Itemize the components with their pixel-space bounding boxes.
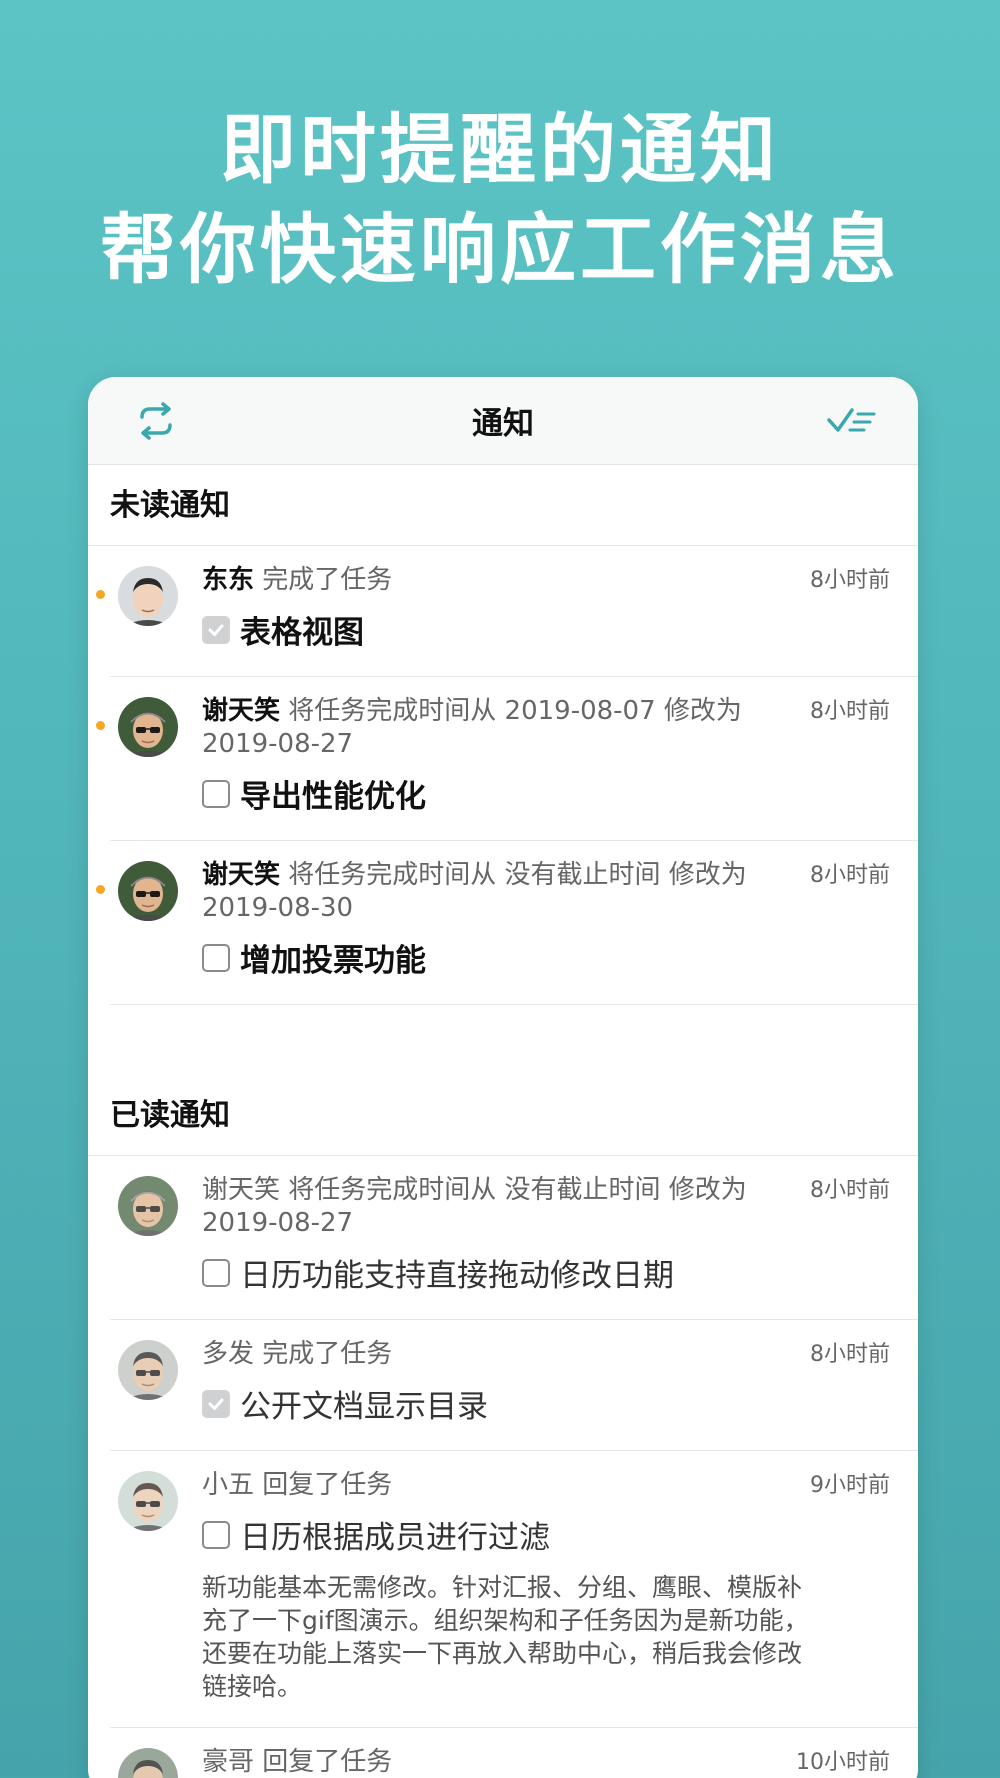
action-text: 将任务完成时间从 2019-08-07 修改为 2019-08-27: [202, 696, 742, 759]
checkbox[interactable]: [202, 779, 230, 808]
unread-section-title: 未读通知: [88, 465, 918, 546]
user-name[interactable]: 谢天笑: [202, 860, 280, 890]
action-text: 将任务完成时间从 没有截止时间 修改为 2019-08-27: [202, 1175, 747, 1238]
timestamp: 8小时前: [810, 1178, 890, 1203]
notification-header: 东东 完成了任务 8小时前: [202, 564, 890, 597]
task-name[interactable]: 日历根据成员进行过滤: [240, 1512, 550, 1557]
avatar[interactable]: [118, 697, 178, 757]
timestamp: 10小时前: [796, 1750, 890, 1775]
notification-item[interactable]: 豪哥 回复了任务 10小时前: [110, 1728, 918, 1778]
task-row[interactable]: 公开文档显示目录: [202, 1381, 890, 1426]
action-text: 完成了任务: [254, 565, 393, 595]
user-name[interactable]: 谢天笑: [202, 1175, 280, 1205]
notification-content: 多发 完成了任务 8小时前 公开文档显示目录: [202, 1320, 890, 1450]
notification-item[interactable]: 谢天笑 将任务完成时间从 没有截止时间 修改为 2019-08-30 8小时前 增加…: [96, 841, 918, 1005]
checkbox[interactable]: [202, 1258, 230, 1287]
avatar[interactable]: [118, 566, 178, 626]
action-text: 完成了任务: [254, 1339, 393, 1369]
task-name[interactable]: 导出性能优化: [240, 771, 426, 816]
notification-item[interactable]: 小五 回复了任务 9小时前 日历根据成员进行过滤 新功能基本无需修改。针对汇报、分组、…: [110, 1451, 918, 1728]
mark-all-read-icon[interactable]: [826, 405, 878, 437]
notification-message: 小五 回复了任务: [202, 1469, 810, 1502]
reply-text: 新功能基本无需修改。针对汇报、分组、鹰眼、模版补充了一下gif图演示。组织架构和…: [202, 1573, 809, 1701]
task-name[interactable]: 公开文档显示目录: [240, 1381, 488, 1426]
notification-content: 小五 回复了任务 9小时前 日历根据成员进行过滤 新功能基本无需修改。针对汇报、分组、…: [202, 1451, 890, 1727]
notification-header: 豪哥 回复了任务 10小时前: [202, 1746, 890, 1778]
unread-list: 东东 完成了任务 8小时前 表格视图 谢天笑 将任务完成时间从 2019-08-07 …: [88, 546, 918, 1005]
notification-header: 谢天笑 将任务完成时间从 没有截止时间 修改为 2019-08-27 8小时前: [202, 1174, 890, 1240]
avatar[interactable]: [118, 1340, 178, 1400]
user-name[interactable]: 豪哥: [202, 1747, 254, 1777]
unread-dot: [96, 885, 105, 894]
notification-content: 东东 完成了任务 8小时前 表格视图: [202, 546, 890, 676]
notification-item[interactable]: 谢天笑 将任务完成时间从 没有截止时间 修改为 2019-08-27 8小时前 日历…: [110, 1156, 918, 1320]
notification-content: 谢天笑 将任务完成时间从 没有截止时间 修改为 2019-08-27 8小时前 日历…: [202, 1156, 890, 1319]
checkmark-icon: [208, 1398, 224, 1410]
task-name[interactable]: 增加投票功能: [240, 935, 426, 980]
action-text: 回复了任务: [254, 1470, 393, 1500]
notification-message: 谢天笑 将任务完成时间从 2019-08-07 修改为 2019-08-27: [202, 695, 810, 761]
avatar[interactable]: [118, 1471, 178, 1531]
avatar[interactable]: [118, 1748, 178, 1778]
timestamp: 9小时前: [810, 1473, 890, 1498]
page-title: 通知: [472, 406, 534, 442]
task-row[interactable]: 日历根据成员进行过滤: [202, 1512, 890, 1557]
checked-checkbox[interactable]: [202, 615, 230, 644]
task-row[interactable]: 导出性能优化: [202, 771, 890, 816]
notification-message: 谢天笑 将任务完成时间从 没有截止时间 修改为 2019-08-30: [202, 859, 810, 925]
notification-message: 豪哥 回复了任务: [202, 1746, 796, 1778]
notification-item[interactable]: 东东 完成了任务 8小时前 表格视图: [96, 546, 918, 677]
checkmark-icon: [208, 624, 224, 636]
avatar[interactable]: [118, 1176, 178, 1236]
unread-dot: [96, 721, 105, 730]
read-list: 谢天笑 将任务完成时间从 没有截止时间 修改为 2019-08-27 8小时前 日历…: [88, 1156, 918, 1778]
task-name[interactable]: 表格视图: [240, 607, 364, 652]
task-row[interactable]: 增加投票功能: [202, 935, 890, 980]
notification-header: 多发 完成了任务 8小时前: [202, 1338, 890, 1371]
notification-header: 小五 回复了任务 9小时前: [202, 1469, 890, 1502]
navbar: 通知: [88, 377, 918, 465]
action-text: 回复了任务: [254, 1747, 393, 1777]
timestamp: 8小时前: [810, 863, 890, 888]
unread-dot: [96, 590, 105, 599]
notification-message: 谢天笑 将任务完成时间从 没有截止时间 修改为 2019-08-27: [202, 1174, 810, 1240]
user-name[interactable]: 谢天笑: [202, 696, 280, 726]
headline-line2: 帮你快速响应工作消息: [100, 205, 900, 294]
timestamp: 8小时前: [810, 1342, 890, 1367]
action-text: 将任务完成时间从 没有截止时间 修改为 2019-08-30: [202, 860, 747, 923]
notification-screen: 通知 未读通知 东东 完成了任务 8小时前 表格视图 谢天笑 将任务完成时间从 201…: [88, 377, 918, 1778]
timestamp: 8小时前: [810, 568, 890, 593]
checkbox[interactable]: [202, 943, 230, 972]
timestamp: 8小时前: [810, 699, 890, 724]
sync-icon[interactable]: [134, 401, 178, 441]
avatar[interactable]: [118, 861, 178, 921]
notification-item[interactable]: 谢天笑 将任务完成时间从 2019-08-07 修改为 2019-08-27 8小…: [96, 677, 918, 841]
checkbox[interactable]: [202, 1520, 230, 1549]
checked-checkbox[interactable]: [202, 1389, 230, 1418]
notification-message: 多发 完成了任务: [202, 1338, 810, 1371]
notification-header: 谢天笑 将任务完成时间从 2019-08-07 修改为 2019-08-27 8小…: [202, 695, 890, 761]
notification-header: 谢天笑 将任务完成时间从 没有截止时间 修改为 2019-08-30 8小时前: [202, 859, 890, 925]
notification-content: 谢天笑 将任务完成时间从 没有截止时间 修改为 2019-08-30 8小时前 增加…: [202, 841, 890, 1004]
user-name[interactable]: 多发: [202, 1339, 254, 1369]
read-section-title: 已读通知: [88, 1075, 918, 1156]
headline: 即时提醒的通知 帮你快速响应工作消息: [0, 100, 1000, 300]
notification-message: 东东 完成了任务: [202, 564, 810, 597]
user-name[interactable]: 东东: [202, 565, 254, 595]
headline-line1: 即时提醒的通知: [220, 105, 780, 194]
notification-content: 豪哥 回复了任务 10小时前: [202, 1728, 890, 1778]
task-row[interactable]: 日历功能支持直接拖动修改日期: [202, 1250, 890, 1295]
user-name[interactable]: 小五: [202, 1470, 254, 1500]
task-row[interactable]: 表格视图: [202, 607, 890, 652]
task-name[interactable]: 日历功能支持直接拖动修改日期: [240, 1250, 674, 1295]
notification-item[interactable]: 多发 完成了任务 8小时前 公开文档显示目录: [110, 1320, 918, 1451]
notification-content: 谢天笑 将任务完成时间从 2019-08-07 修改为 2019-08-27 8小…: [202, 677, 890, 840]
